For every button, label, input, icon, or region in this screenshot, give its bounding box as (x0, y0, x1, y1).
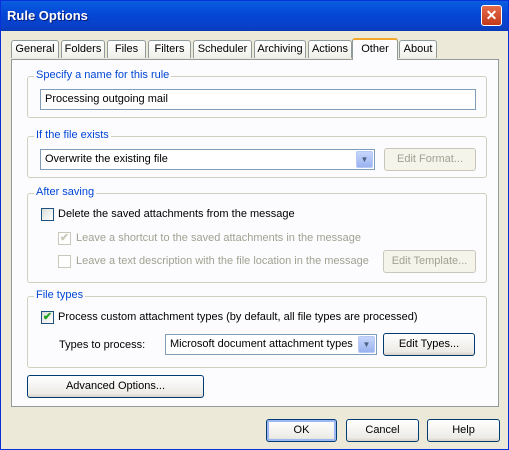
tab-folders[interactable]: Folders (61, 40, 105, 58)
edit-template-button[interactable]: Edit Template... (383, 250, 476, 273)
tab-panel-other: Specify a name for this rule Processing … (11, 59, 499, 407)
window-title: Rule Options (7, 8, 88, 23)
process-custom-types-label: Process custom attachment types (by defa… (58, 311, 418, 323)
advanced-options-button[interactable]: Advanced Options... (27, 375, 204, 398)
close-icon[interactable]: ✕ (481, 5, 502, 26)
ok-button[interactable]: OK (266, 419, 337, 442)
after-saving-group: After saving Delete the saved attachment… (27, 186, 487, 283)
rule-name-input[interactable]: Processing outgoing mail (40, 89, 476, 110)
after-saving-legend: After saving (34, 186, 97, 198)
rule-options-dialog: Rule Options ✕ General Folders Files Fil… (0, 0, 509, 450)
file-types-legend: File types (34, 289, 86, 301)
rule-name-group: Specify a name for this rule Processing … (27, 69, 487, 118)
delete-attachments-label: Delete the saved attachments from the me… (58, 208, 295, 220)
file-exists-value: Overwrite the existing file (45, 153, 168, 165)
tab-filters[interactable]: Filters (148, 40, 191, 58)
tab-other[interactable]: Other (352, 38, 398, 60)
types-to-process-value: Microsoft document attachment types (170, 338, 353, 350)
file-exists-legend: If the file exists (34, 129, 111, 141)
file-exists-group: If the file exists Overwrite the existin… (27, 129, 487, 178)
edit-format-button[interactable]: Edit Format... (384, 148, 476, 171)
title-bar[interactable]: Rule Options ✕ (1, 1, 508, 31)
chevron-down-icon[interactable]: ▼ (356, 151, 373, 168)
delete-attachments-checkbox[interactable] (41, 208, 54, 221)
file-types-group: File types ✔ Process custom attachment t… (27, 289, 487, 368)
tab-files[interactable]: Files (107, 40, 146, 58)
tab-actions[interactable]: Actions (308, 40, 352, 58)
tab-archiving[interactable]: Archiving (254, 40, 306, 58)
process-custom-types-checkbox[interactable]: ✔ (41, 311, 54, 324)
leave-text-label: Leave a text description with the file l… (76, 255, 369, 267)
help-button[interactable]: Help (427, 419, 500, 442)
file-exists-select[interactable]: Overwrite the existing file ▼ (40, 149, 375, 170)
rule-name-legend: Specify a name for this rule (34, 69, 172, 81)
leave-shortcut-label: Leave a shortcut to the saved attachment… (76, 232, 361, 244)
types-to-process-select[interactable]: Microsoft document attachment types ▼ (165, 334, 377, 355)
cancel-button[interactable]: Cancel (346, 419, 419, 442)
edit-types-button[interactable]: Edit Types... (383, 333, 475, 356)
tab-scheduler[interactable]: Scheduler (193, 40, 252, 58)
leave-shortcut-checkbox[interactable]: ✔ (58, 232, 71, 245)
tab-about[interactable]: About (399, 40, 437, 58)
tab-general[interactable]: General (11, 40, 59, 58)
chevron-down-icon[interactable]: ▼ (358, 336, 375, 353)
leave-text-checkbox[interactable] (58, 255, 71, 268)
types-to-process-label: Types to process: (59, 339, 146, 351)
